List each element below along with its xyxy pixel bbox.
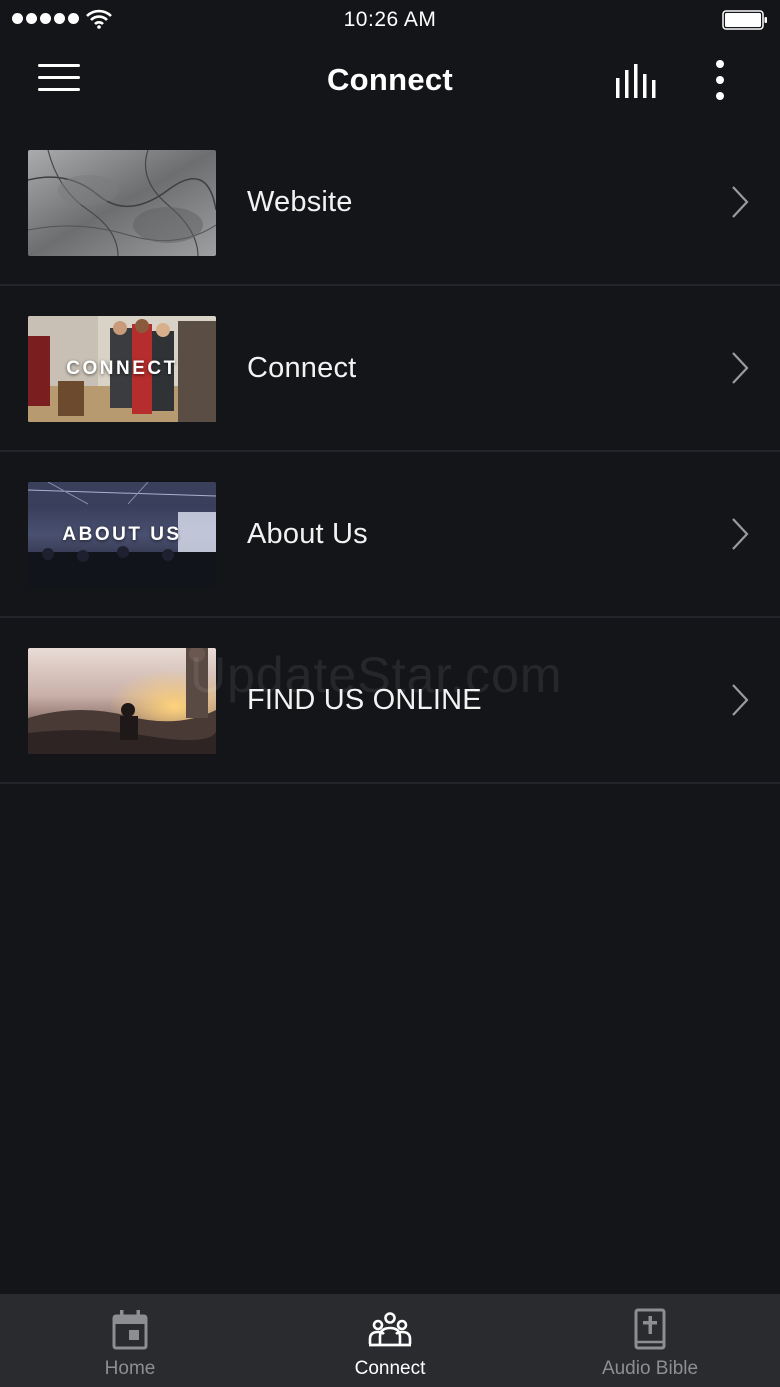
item-label: Website xyxy=(247,185,353,218)
thumb-caption: CONNECT xyxy=(66,358,178,379)
nav-bar: Connect xyxy=(0,40,780,120)
hamburger-menu-icon[interactable] xyxy=(38,64,82,96)
audio-bars-icon[interactable] xyxy=(612,62,662,102)
tab-home[interactable]: Home xyxy=(0,1294,260,1387)
list-item-about-us[interactable]: ABOUT US About Us xyxy=(0,452,780,618)
chevron-right-icon xyxy=(732,352,749,384)
list-item-website[interactable]: Website xyxy=(0,120,780,286)
page-title: Connect xyxy=(326,62,454,97)
item-label: Connect xyxy=(247,351,357,384)
calendar-icon xyxy=(112,1310,148,1350)
tab-bar: Home Connect Audio Bible xyxy=(0,1294,780,1387)
tab-label: Home xyxy=(104,1358,156,1379)
status-bar: 10:26 AM xyxy=(0,0,780,40)
about-us-thumbnail: ABOUT US xyxy=(28,482,216,588)
wifi-icon xyxy=(86,9,112,29)
tab-audio-bible[interactable]: Audio Bible xyxy=(520,1294,780,1387)
list-item-find-us-online[interactable]: FIND US ONLINE xyxy=(0,618,780,784)
group-icon xyxy=(368,1312,412,1347)
status-time: 10:26 AM xyxy=(343,8,437,31)
website-thumbnail xyxy=(28,150,216,256)
chevron-right-icon xyxy=(732,684,749,716)
battery-icon xyxy=(722,10,767,30)
list-item-connect[interactable]: CONNECT Connect xyxy=(0,286,780,452)
signal-strength-icon xyxy=(12,13,79,24)
tab-label: Audio Bible xyxy=(601,1358,699,1379)
thumb-caption: ABOUT US xyxy=(62,524,182,545)
connect-list: Website CONNECT Connect ABOUT US About U… xyxy=(0,120,780,784)
tab-label: Connect xyxy=(354,1358,426,1379)
bible-icon xyxy=(634,1308,666,1350)
more-options-icon[interactable] xyxy=(704,58,736,102)
connect-screen: 10:26 AM Connect Website CONNECT Connect… xyxy=(0,0,780,1387)
chevron-right-icon xyxy=(732,186,749,218)
item-label: About Us xyxy=(247,517,368,550)
chevron-right-icon xyxy=(732,518,749,550)
connect-thumbnail: CONNECT xyxy=(28,316,216,422)
tab-connect[interactable]: Connect xyxy=(260,1294,520,1387)
item-label: FIND US ONLINE xyxy=(247,683,482,716)
find-us-online-thumbnail xyxy=(28,648,216,754)
